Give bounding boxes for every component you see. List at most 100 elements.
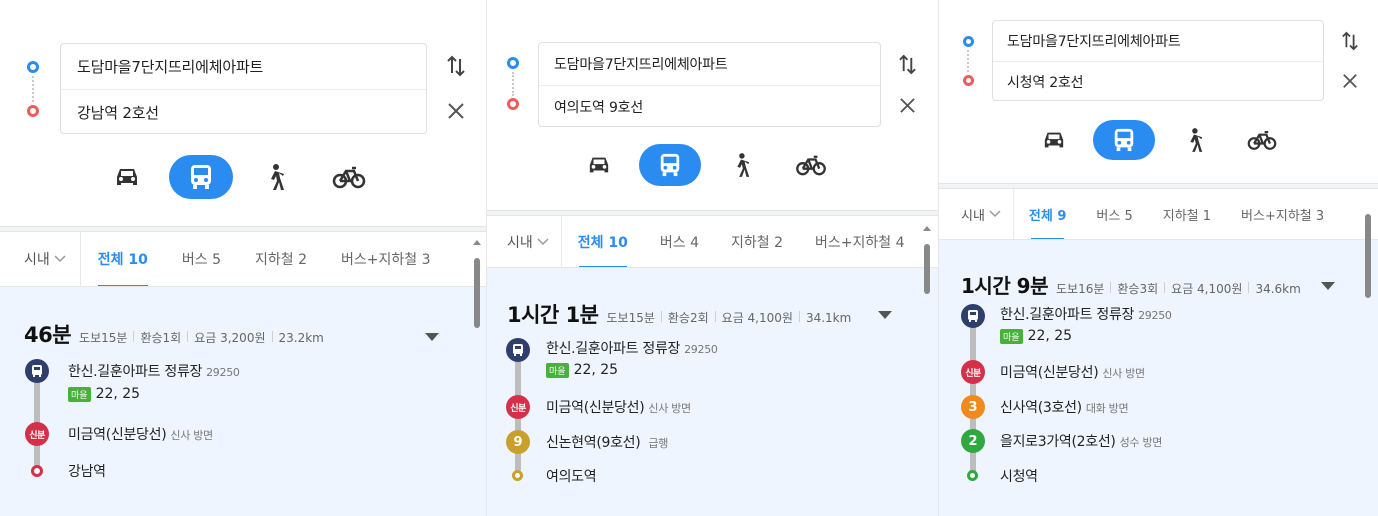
swap-arrows-icon[interactable] [1338, 29, 1362, 53]
route-walk: 도보16분 [1056, 282, 1105, 296]
close-icon[interactable] [1338, 69, 1362, 93]
route-distance: 34.1km [805, 311, 852, 325]
mode-bike-button[interactable] [1233, 120, 1291, 160]
route-distance: 23.2km [278, 331, 324, 345]
route-transfer: 환승1회 [140, 331, 182, 345]
region-filter-label: 시내 [24, 252, 50, 268]
scroll-up-arrow-icon[interactable] [473, 240, 481, 245]
caret-down-icon[interactable] [878, 311, 892, 319]
origin-field[interactable]: 도담마을7단지뜨리에체아파트 [993, 21, 1323, 61]
swap-arrows-icon[interactable] [895, 52, 919, 76]
tab-subway[interactable]: 지하철 2 [715, 216, 799, 267]
bus-stop-icon [961, 304, 985, 328]
route-panel-1: 도담마을7단지뜨리에체아파트 강남역 2호선 시내 전체 10 버스 5 지하철… [0, 0, 487, 516]
line9-icon: 9 [506, 430, 530, 454]
caret-down-icon[interactable] [1321, 282, 1335, 290]
mode-car-button[interactable] [569, 144, 629, 186]
scroll-up-arrow-icon[interactable] [923, 226, 931, 231]
tab-all[interactable]: 전체 9 [1014, 189, 1082, 240]
step-destination: 시청역 [1000, 469, 1038, 485]
bicycle-icon [1247, 130, 1277, 150]
mode-walk-button[interactable] [711, 144, 771, 186]
route-time: 1시간 1분 [507, 303, 599, 327]
transport-mode-selector [569, 144, 851, 186]
step-destination: 여의도역 [546, 469, 597, 485]
mode-walk-button[interactable] [1165, 120, 1223, 160]
walk-icon [271, 164, 284, 190]
route-result-card[interactable]: 1시간 9분 도보16분 환승3회 요금 4,100원 34.6km 한신.길훈… [939, 240, 1378, 516]
step-transfer-station-3: 을지로3가역(2호선) 성수 방면 [1000, 434, 1163, 450]
route-transfer: 환승3회 [1117, 282, 1159, 296]
car-icon [117, 169, 137, 185]
bus-icon [1114, 128, 1134, 152]
bus-icon [191, 165, 211, 189]
destination-text: 강남역 2호선 [77, 103, 159, 122]
origin-dot-icon [27, 61, 39, 73]
route-fare: 요금 4,100원 [1171, 282, 1243, 296]
mode-transit-button[interactable] [169, 155, 233, 199]
sinbundang-line-icon: 신분 [25, 422, 49, 446]
mode-bike-button[interactable] [781, 144, 841, 186]
mode-transit-button[interactable] [639, 144, 701, 186]
origin-field[interactable]: 도담마을7단지뜨리에체아파트 [61, 44, 426, 89]
tab-bus[interactable]: 버스 5 [165, 232, 238, 286]
route-time: 1시간 9분 [961, 274, 1049, 298]
caret-down-icon[interactable] [425, 333, 439, 341]
route-result-card[interactable]: 1시간 1분 도보15분 환승2회 요금 4,100원 34.1km 한신.길훈… [487, 268, 938, 516]
route-transfer: 환승2회 [667, 311, 709, 325]
tab-all[interactable]: 전체 10 [562, 216, 644, 268]
mode-transit-button[interactable] [1093, 120, 1155, 160]
route-time: 46분 [24, 323, 72, 347]
swap-arrows-icon[interactable] [444, 54, 468, 78]
mode-bike-button[interactable] [317, 155, 381, 199]
step-bus-numbers: 마을 22, 25 [68, 386, 140, 402]
route-result-card[interactable]: 46분 도보15분 환승1회 요금 3,200원 23.2km 한신.길훈아파트… [0, 287, 486, 516]
route-input-box: 도담마을7단지뜨리에체아파트 시청역 2호선 [992, 20, 1324, 101]
car-icon [1044, 132, 1064, 148]
tab-all[interactable]: 전체 10 [81, 232, 165, 287]
region-filter-dropdown[interactable]: 시내 [939, 189, 1014, 239]
mode-car-button[interactable] [1025, 120, 1083, 160]
destination-dot-icon [507, 98, 519, 110]
origin-dot-icon [507, 57, 519, 69]
result-tabs: 시내 전체 9 버스 5 지하철 1 버스+지하철 3 [939, 189, 1378, 240]
mode-walk-button[interactable] [243, 155, 307, 199]
scrollbar-thumb[interactable] [1365, 214, 1371, 298]
tab-subway[interactable]: 지하철 2 [238, 232, 324, 286]
route-panel-3: 도담마을7단지뜨리에체아파트 시청역 2호선 시내 전체 9 버스 5 지하철 … [939, 0, 1378, 516]
mode-car-button[interactable] [95, 155, 159, 199]
bicycle-icon [796, 155, 826, 176]
route-panel-2: 도담마을7단지뜨리에체아파트 여의도역 9호선 시내 전체 10 버스 4 지하… [487, 0, 939, 516]
tab-bus[interactable]: 버스 5 [1081, 189, 1147, 239]
origin-text: 도담마을7단지뜨리에체아파트 [1007, 34, 1181, 50]
destination-field[interactable]: 여의도역 9호선 [539, 86, 880, 127]
scrollbar-thumb[interactable] [924, 244, 930, 294]
destination-ring-icon [967, 470, 978, 481]
tab-bus[interactable]: 버스 4 [644, 216, 715, 267]
step-bus-stop: 한신.길훈아파트 정류장 29250 [1000, 307, 1172, 323]
origin-text: 도담마을7단지뜨리에체아파트 [554, 57, 728, 73]
destination-field[interactable]: 시청역 2호선 [993, 62, 1323, 101]
line2-icon: 2 [961, 429, 985, 453]
destination-dot-icon [27, 105, 39, 117]
route-fare: 요금 4,100원 [721, 311, 793, 325]
step-transfer-station-1: 미금역(신분당선) 신사 방면 [546, 400, 691, 416]
route-walk: 도보15분 [606, 311, 655, 325]
village-bus-badge: 마을 [546, 362, 569, 378]
tab-bus-subway[interactable]: 버스+지하철 4 [799, 216, 921, 267]
result-tabs: 시내 전체 10 버스 4 지하철 2 버스+지하철 4 [487, 216, 938, 268]
scrollbar-thumb[interactable] [474, 258, 480, 328]
tab-bus-subway[interactable]: 버스+지하철 3 [324, 232, 448, 286]
step-bus-stop: 한신.길훈아파트 정류장 29250 [546, 341, 718, 357]
region-filter-dropdown[interactable]: 시내 [487, 216, 562, 267]
destination-field[interactable]: 강남역 2호선 [61, 90, 426, 134]
tab-bus-subway[interactable]: 버스+지하철 3 [1226, 189, 1339, 239]
chevron-down-icon [989, 210, 1001, 218]
region-filter-dropdown[interactable]: 시내 [0, 232, 81, 286]
close-icon[interactable] [444, 99, 468, 123]
step-transfer-station-2: 신논현역(9호선) 급행 [546, 435, 669, 451]
origin-field[interactable]: 도담마을7단지뜨리에체아파트 [539, 43, 880, 85]
tab-subway[interactable]: 지하철 1 [1148, 189, 1226, 239]
route-input-box: 도담마을7단지뜨리에체아파트 여의도역 9호선 [538, 42, 881, 127]
close-icon[interactable] [895, 93, 919, 117]
